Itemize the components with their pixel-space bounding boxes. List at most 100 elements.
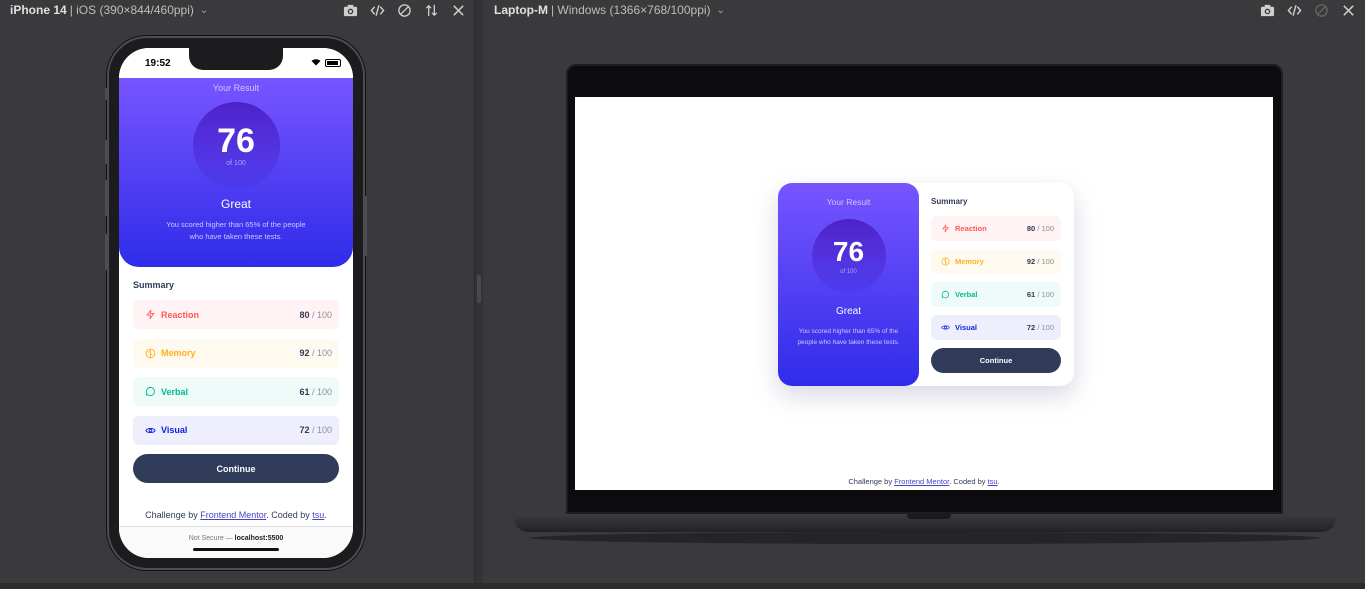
author-link[interactable]: tsu [988, 477, 998, 486]
summary-label: Reaction [161, 309, 200, 320]
attribution-footer: Challenge by Frontend Mentor. Coded by t… [119, 510, 353, 520]
summary-row-visual: Visual 72 / 100 [133, 415, 339, 445]
frontend-mentor-link[interactable]: Frontend Mentor [894, 477, 949, 486]
summary-score: 80 [1026, 224, 1036, 233]
result-verdict: Great [220, 197, 251, 211]
url-security: Not Secure — [188, 535, 235, 542]
summary-label: Visual [161, 425, 188, 435]
rotate-icon [1312, 1, 1330, 19]
summary-row-reaction: Reaction 80 / 100 [931, 216, 1061, 241]
panel-divider[interactable] [475, 0, 483, 583]
rotate-icon[interactable] [395, 1, 413, 19]
phone-side-button [105, 180, 108, 216]
home-indicator [193, 548, 279, 551]
result-panel: Your Result 76 of 100 Great You scored h… [778, 183, 919, 386]
score-of: of 100 [226, 160, 246, 167]
code-icon[interactable] [368, 1, 386, 19]
summary-panel: Summary Reaction 80 / 100 Memory 92 / 10… [133, 280, 339, 483]
phone-side-button [364, 196, 367, 256]
status-time: 19:52 [145, 57, 171, 69]
camera-icon[interactable] [341, 1, 359, 19]
bottom-bar [0, 583, 1365, 589]
summary-total: / 100 [1037, 224, 1054, 233]
footer-text: . [997, 477, 1000, 486]
summary-title: Summary [133, 280, 175, 290]
result-label: Your Result [212, 83, 260, 93]
laptop-toolbar: Laptop-M | Windows (1366×768/100ppi) ⌄ [483, 0, 1365, 20]
chat-icon [941, 290, 955, 299]
result-panel: Your Result 76 of 100 Great You scored h… [119, 78, 353, 267]
chevron-down-icon[interactable]: ⌄ [717, 5, 725, 16]
summary-label: Memory [161, 348, 196, 358]
phone-side-button [105, 234, 108, 270]
summary-score: 72 [1026, 323, 1036, 332]
footer-text: Challenge by [848, 477, 895, 486]
battery-icon [325, 59, 341, 67]
summary-row-memory: Memory 92 / 100 [133, 338, 339, 368]
summary-total: / 100 [311, 309, 332, 320]
score-circle: 76 of 100 [811, 219, 886, 293]
lightning-icon [941, 224, 955, 233]
device-meta: | iOS (390×844/460ppi) [69, 3, 194, 17]
laptop-shadow [530, 532, 1320, 544]
chevron-down-icon[interactable]: ⌄ [200, 5, 208, 16]
summary-row-verbal: Verbal 61 / 100 [931, 282, 1061, 307]
author-link[interactable]: tsu [312, 510, 324, 520]
device-name[interactable]: Laptop-M [494, 3, 548, 17]
chat-icon [145, 386, 161, 397]
eye-icon [145, 425, 161, 436]
summary-label: Memory [955, 257, 984, 266]
laptop-toolbar-icons [1258, 0, 1357, 20]
continue-button[interactable]: Continue [931, 348, 1061, 373]
summary-total: / 100 [311, 348, 332, 358]
footer-text: . Coded by [949, 477, 988, 486]
close-icon[interactable] [449, 1, 467, 19]
summary-total: / 100 [1037, 323, 1054, 332]
results-card: Your Result 76 of 100 Great You scored h… [778, 183, 1074, 386]
result-description: You scored higher than 65% of the people… [166, 220, 306, 241]
summary-row-verbal: Verbal 61 / 100 [133, 377, 339, 406]
summary-score: 80 [299, 309, 310, 320]
summary-score: 92 [1026, 257, 1036, 266]
summary-panel: Summary Reaction 80 / 100 Memory 92 / 10… [931, 197, 1061, 373]
summary-total: / 100 [311, 425, 332, 435]
phone-screen: 19:52 Your Result 76 of 100 Great You sc… [119, 48, 353, 558]
continue-button[interactable]: Continue [133, 454, 339, 483]
laptop-base-notch [907, 514, 951, 519]
footer-text: . [324, 510, 327, 520]
summary-score: 92 [299, 348, 310, 358]
summary-score: 61 [1026, 290, 1036, 299]
phone-side-button [105, 88, 108, 100]
eye-icon [941, 323, 955, 332]
brain-icon [941, 257, 955, 266]
device-name[interactable]: iPhone 14 [10, 3, 67, 17]
summary-total: / 100 [311, 386, 332, 397]
summary-total: / 100 [1037, 290, 1054, 299]
safari-url-bar[interactable]: Not Secure — localhost:5500 [119, 526, 353, 558]
code-icon[interactable] [1285, 1, 1303, 19]
laptop-base [514, 514, 1336, 532]
summary-label: Visual [955, 323, 977, 332]
camera-icon[interactable] [1258, 1, 1276, 19]
result-description: You scored higher than 65% of the people… [797, 328, 900, 346]
summary-title: Summary [931, 197, 968, 206]
summary-row-visual: Visual 72 / 100 [931, 315, 1061, 340]
frontend-mentor-link[interactable]: Frontend Mentor [200, 510, 266, 520]
mobile-toolbar-icons [341, 0, 467, 20]
footer-text: . Coded by [266, 510, 313, 520]
score-value: 76 [832, 235, 865, 267]
divider-grip[interactable] [477, 275, 481, 303]
summary-total: / 100 [1037, 257, 1054, 266]
summary-label: Reaction [955, 224, 987, 233]
summary-row-reaction: Reaction 80 / 100 [133, 300, 339, 329]
result-label: Your Result [826, 197, 871, 207]
iphone-frame: 19:52 Your Result 76 of 100 Great You sc… [105, 36, 367, 570]
summary-score: 61 [299, 386, 310, 397]
score-of: of 100 [840, 268, 857, 275]
summary-label: Verbal [161, 386, 189, 397]
score-value: 76 [217, 122, 255, 160]
swap-icon[interactable] [422, 1, 440, 19]
brain-icon [145, 348, 161, 359]
url-host: localhost:5500 [234, 535, 284, 542]
close-icon[interactable] [1339, 1, 1357, 19]
